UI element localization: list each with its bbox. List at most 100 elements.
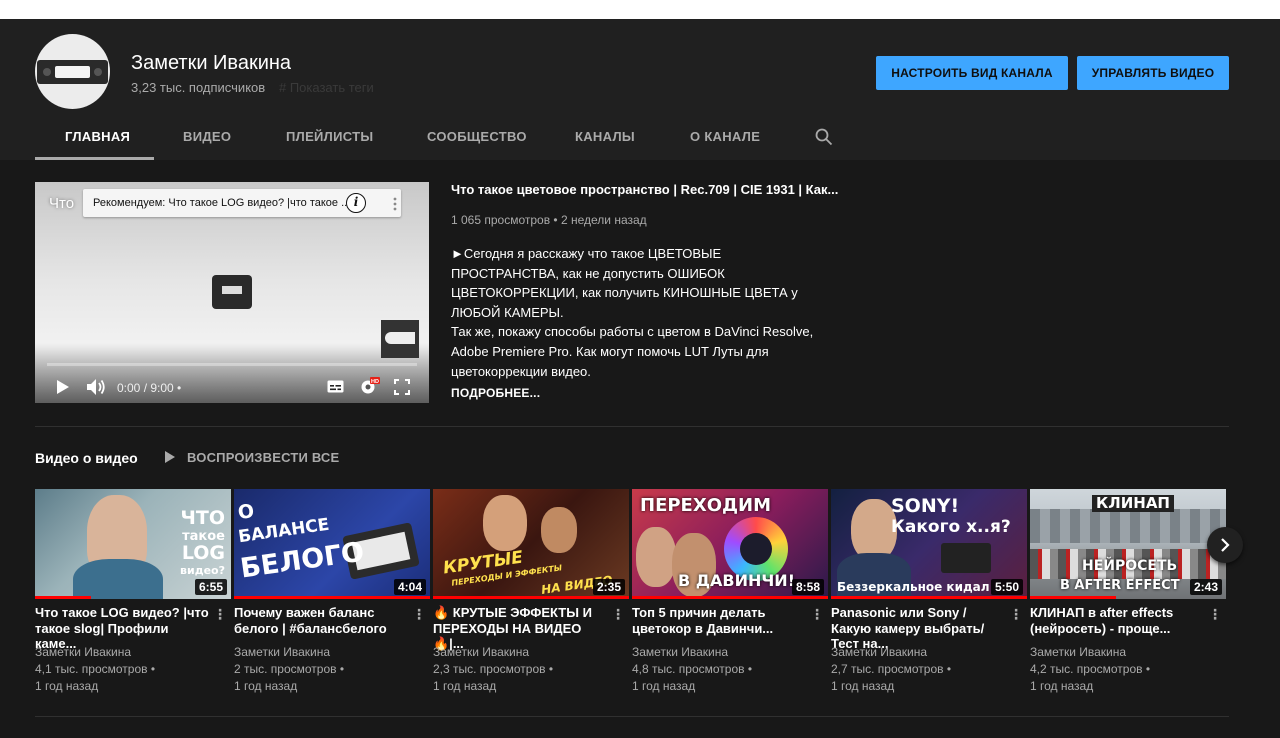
video-card[interactable]: О БАЛАНСЕ БЕЛОГО 4:04 Почему важен балан… (234, 489, 430, 693)
thumb-caption: ПЕРЕХОДИМ (640, 495, 772, 516)
tab-about[interactable]: О КАНАЛЕ (690, 129, 760, 144)
watched-progress (35, 596, 91, 599)
tab-videos[interactable]: ВИДЕО (183, 129, 231, 144)
active-tab-indicator (35, 157, 154, 160)
read-more-link[interactable]: ПОДРОБНЕЕ... (451, 386, 540, 400)
watched-progress (1030, 596, 1116, 599)
video-thumbnail[interactable]: КРУТЫЕ ПЕРЕХОДЫ И ЭФФЕКТЫ НА ВИДЕО 2:35 (433, 489, 629, 599)
svg-text:HD: HD (371, 379, 379, 385)
video-card[interactable]: ПЕРЕХОДИМ В ДАВИНЧИ! 8:58 Топ 5 причин д… (632, 489, 828, 693)
fullscreen-icon[interactable] (394, 379, 410, 395)
video-age: 1 год назад (632, 679, 696, 693)
thumb-caption: КЛИНАП (1092, 495, 1174, 512)
channel-name: Заметки Ивакина (131, 52, 292, 74)
play-icon[interactable] (56, 379, 70, 395)
thumb-caption: В AFTER EFFECT (1060, 578, 1180, 593)
thumb-caption: БЕЛОГО (238, 536, 367, 585)
video-card[interactable]: КРУТЫЕ ПЕРЕХОДЫ И ЭФФЕКТЫ НА ВИДЕО 2:35 … (433, 489, 629, 693)
video-card[interactable]: КЛИНАП НЕЙРОСЕТЬ В AFTER EFFECT 2:43 КЛИ… (1030, 489, 1226, 693)
player-progress-bar[interactable] (47, 363, 417, 366)
video-views: 2,7 тыс. просмотров • (831, 662, 952, 676)
thumb-caption: НЕЙРОСЕТЬ (1082, 558, 1178, 574)
duration-badge: 2:35 (592, 579, 625, 595)
channel-tabs: ГЛАВНАЯ ВИДЕО ПЛЕЙЛИСТЫ СООБЩЕСТВО КАНАЛ… (0, 118, 1280, 160)
subtitles-icon[interactable] (327, 380, 344, 393)
tab-home[interactable]: ГЛАВНАЯ (65, 129, 130, 144)
more-vert-icon[interactable]: ⋮ (810, 607, 824, 621)
video-channel[interactable]: Заметки Ивакина (632, 645, 728, 659)
video-title[interactable]: Топ 5 причин делать цветокор в Давинчи..… (632, 605, 810, 636)
video-card[interactable]: ЧТО такое LOG видео? 6:55 Что такое LOG … (35, 489, 231, 693)
more-vert-icon[interactable]: ⋮ (1208, 607, 1222, 621)
video-age: 1 год назад (1030, 679, 1094, 693)
play-all-button[interactable]: ВОСПРОИЗВЕСТИ ВСЕ (165, 450, 339, 465)
video-age: 1 год назад (35, 679, 99, 693)
video-title[interactable]: КЛИНАП в after effects (нейросеть) - про… (1030, 605, 1208, 636)
thumb-caption: Какого х..я? (891, 517, 1011, 537)
video-age: 1 год назад (433, 679, 497, 693)
more-vert-icon[interactable] (392, 196, 398, 212)
shelf-title[interactable]: Видео о видео (35, 450, 138, 466)
tab-playlists[interactable]: ПЛЕЙЛИСТЫ (286, 129, 373, 144)
featured-video-meta: 1 065 просмотров • 2 недели назад (451, 213, 647, 227)
tab-community[interactable]: СООБЩЕСТВО (427, 129, 527, 144)
duration-badge: 4:04 (393, 579, 426, 595)
subscriber-count: 3,23 тыс. подписчиков (131, 80, 266, 95)
manage-videos-button[interactable]: УПРАВЛЯТЬ ВИДЕО (1077, 56, 1229, 90)
video-age: 1 год назад (831, 679, 895, 693)
settings-icon[interactable]: HD (359, 377, 381, 395)
video-channel[interactable]: Заметки Ивакина (831, 645, 927, 659)
channel-watermark-center (212, 275, 252, 309)
channel-watermark-corner[interactable] (381, 320, 419, 358)
video-thumbnail[interactable]: КЛИНАП НЕЙРОСЕТЬ В AFTER EFFECT 2:43 (1030, 489, 1226, 599)
video-views: 4,1 тыс. просмотров • (35, 662, 156, 676)
tab-channels[interactable]: КАНАЛЫ (575, 129, 635, 144)
video-channel[interactable]: Заметки Ивакина (1030, 645, 1126, 659)
video-thumbnail[interactable]: ЧТО такое LOG видео? 6:55 (35, 489, 231, 599)
video-views: 2 тыс. просмотров • (234, 662, 345, 676)
browser-top-strip (0, 0, 1280, 19)
more-vert-icon[interactable]: ⋮ (611, 607, 625, 621)
more-vert-icon[interactable]: ⋮ (1009, 607, 1023, 621)
player-title: Что (49, 195, 75, 212)
featured-video-description: ►Сегодня я расскажу что такое ЦВЕТОВЫЕ П… (451, 246, 814, 379)
thumb-caption: В ДАВИНЧИ! (678, 571, 795, 590)
thumb-caption: Беззеркальное кидал (837, 580, 990, 594)
video-views: 4,2 тыс. просмотров • (1030, 662, 1151, 676)
video-views: 2,3 тыс. просмотров • (433, 662, 554, 676)
chevron-right-icon (1221, 538, 1230, 552)
duration-badge: 2:43 (1189, 579, 1222, 595)
vhs-tape-icon (37, 60, 108, 84)
video-channel[interactable]: Заметки Ивакина (35, 645, 131, 659)
info-icon[interactable]: i (346, 193, 366, 213)
more-vert-icon[interactable]: ⋮ (412, 607, 426, 621)
duration-badge: 6:55 (194, 579, 227, 595)
video-title[interactable]: Почему важен баланс белого | #балансбело… (234, 605, 412, 636)
thumb-caption: ЧТО (180, 507, 225, 529)
more-vert-icon[interactable]: ⋮ (213, 607, 227, 621)
video-thumbnail[interactable]: О БАЛАНСЕ БЕЛОГО 4:04 (234, 489, 430, 599)
thumb-caption: SONY! (891, 495, 960, 517)
shelf-next-button[interactable] (1207, 527, 1243, 563)
video-thumbnail[interactable]: SONY! Какого х..я? Беззеркальное кидал 5… (831, 489, 1027, 599)
video-views: 4,8 тыс. просмотров • (632, 662, 753, 676)
volume-icon[interactable] (86, 378, 106, 396)
customize-channel-button[interactable]: НАСТРОИТЬ ВИД КАНАЛА (876, 56, 1068, 90)
watched-progress (831, 596, 1027, 599)
watched-progress (632, 596, 828, 599)
search-icon[interactable] (815, 128, 833, 146)
watched-progress (234, 596, 430, 599)
video-card[interactable]: SONY! Какого х..я? Беззеркальное кидал 5… (831, 489, 1027, 693)
video-channel[interactable]: Заметки Ивакина (433, 645, 529, 659)
video-thumbnail[interactable]: ПЕРЕХОДИМ В ДАВИНЧИ! 8:58 (632, 489, 828, 599)
player-time: 0:00 / 9:00 • (117, 381, 182, 395)
watched-progress (433, 596, 629, 599)
video-channel[interactable]: Заметки Ивакина (234, 645, 330, 659)
featured-video-title[interactable]: Что такое цветовое пространство | Rec.70… (451, 182, 838, 197)
play-icon (165, 451, 175, 463)
thumb-caption: LOG (181, 542, 225, 564)
duration-badge: 5:50 (990, 579, 1023, 595)
show-tags-link[interactable]: # Показать теги (279, 80, 374, 95)
channel-avatar[interactable] (35, 34, 110, 109)
section-divider (35, 426, 1229, 427)
